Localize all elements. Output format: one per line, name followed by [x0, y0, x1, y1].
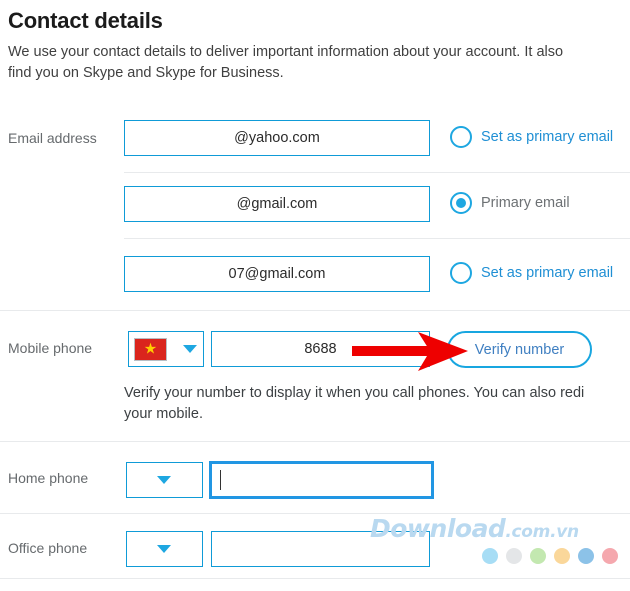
divider-email-section — [0, 310, 630, 311]
radio-label-2: Primary email — [481, 195, 570, 211]
email-primary-radio-group-1[interactable]: Set as primary email — [450, 126, 613, 148]
watermark-dot — [554, 548, 570, 564]
chevron-down-icon[interactable] — [157, 545, 171, 553]
divider-email-2 — [124, 238, 630, 239]
home-phone-label: Home phone — [8, 470, 89, 486]
page-description: We use your contact details to deliver i… — [8, 42, 630, 84]
office-phone-input[interactable] — [211, 531, 430, 567]
flag-star-glyph: ★ — [143, 340, 158, 358]
radio-primary-2[interactable] — [450, 192, 472, 214]
text-cursor — [220, 470, 221, 490]
radio-set-as-primary-3[interactable] — [450, 262, 472, 284]
divider-email-1 — [124, 172, 630, 173]
mobile-phone-label: Mobile phone — [8, 340, 93, 356]
watermark-suffix: .com.vn — [505, 522, 579, 542]
contact-details-page: Contact details We use your contact deta… — [0, 0, 630, 591]
email-input-2[interactable]: @gmail.com — [124, 186, 430, 222]
page-title: Contact details — [8, 8, 163, 33]
watermark-dots — [482, 548, 618, 564]
page-description-line-1: We use your contact details to deliver i… — [8, 44, 564, 60]
divider-office-section — [0, 578, 630, 579]
divider-home-section — [0, 513, 630, 514]
radio-set-as-primary-1[interactable] — [450, 126, 472, 148]
email-primary-radio-group-3[interactable]: Set as primary email — [450, 262, 613, 284]
watermark-dot — [530, 548, 546, 564]
watermark-dot — [602, 548, 618, 564]
vietnam-flag-icon: ★ — [134, 337, 167, 361]
page-description-line-2: find you on Skype and Skype for Business… — [8, 65, 284, 81]
radio-label-3[interactable]: Set as primary email — [481, 265, 613, 281]
mobile-help-line-1: Verify your number to display it when yo… — [124, 385, 585, 401]
watermark-dot — [578, 548, 594, 564]
mobile-help-text: Verify your number to display it when yo… — [124, 383, 584, 425]
email-primary-radio-group-2[interactable]: Primary email — [450, 192, 570, 214]
email-address-label: Email address — [8, 130, 97, 146]
verify-number-button[interactable]: Verify number — [447, 331, 592, 368]
mobile-country-select[interactable]: ★ — [128, 331, 204, 367]
email-input-3[interactable]: 07@gmail.com — [124, 256, 430, 292]
mobile-number-input[interactable]: 8688 — [211, 331, 430, 367]
chevron-down-icon[interactable] — [157, 476, 171, 484]
email-input-1[interactable]: @yahoo.com — [124, 120, 430, 156]
divider-mobile-section — [0, 441, 630, 442]
watermark-dot — [482, 548, 498, 564]
watermark-dot — [506, 548, 522, 564]
radio-label-1[interactable]: Set as primary email — [481, 129, 613, 145]
office-country-select[interactable] — [126, 531, 203, 567]
office-phone-label: Office phone — [8, 540, 88, 556]
home-phone-input[interactable] — [209, 461, 434, 499]
chevron-down-icon[interactable] — [183, 345, 197, 353]
home-country-select[interactable] — [126, 462, 203, 498]
mobile-help-line-2: your mobile. — [124, 406, 203, 422]
